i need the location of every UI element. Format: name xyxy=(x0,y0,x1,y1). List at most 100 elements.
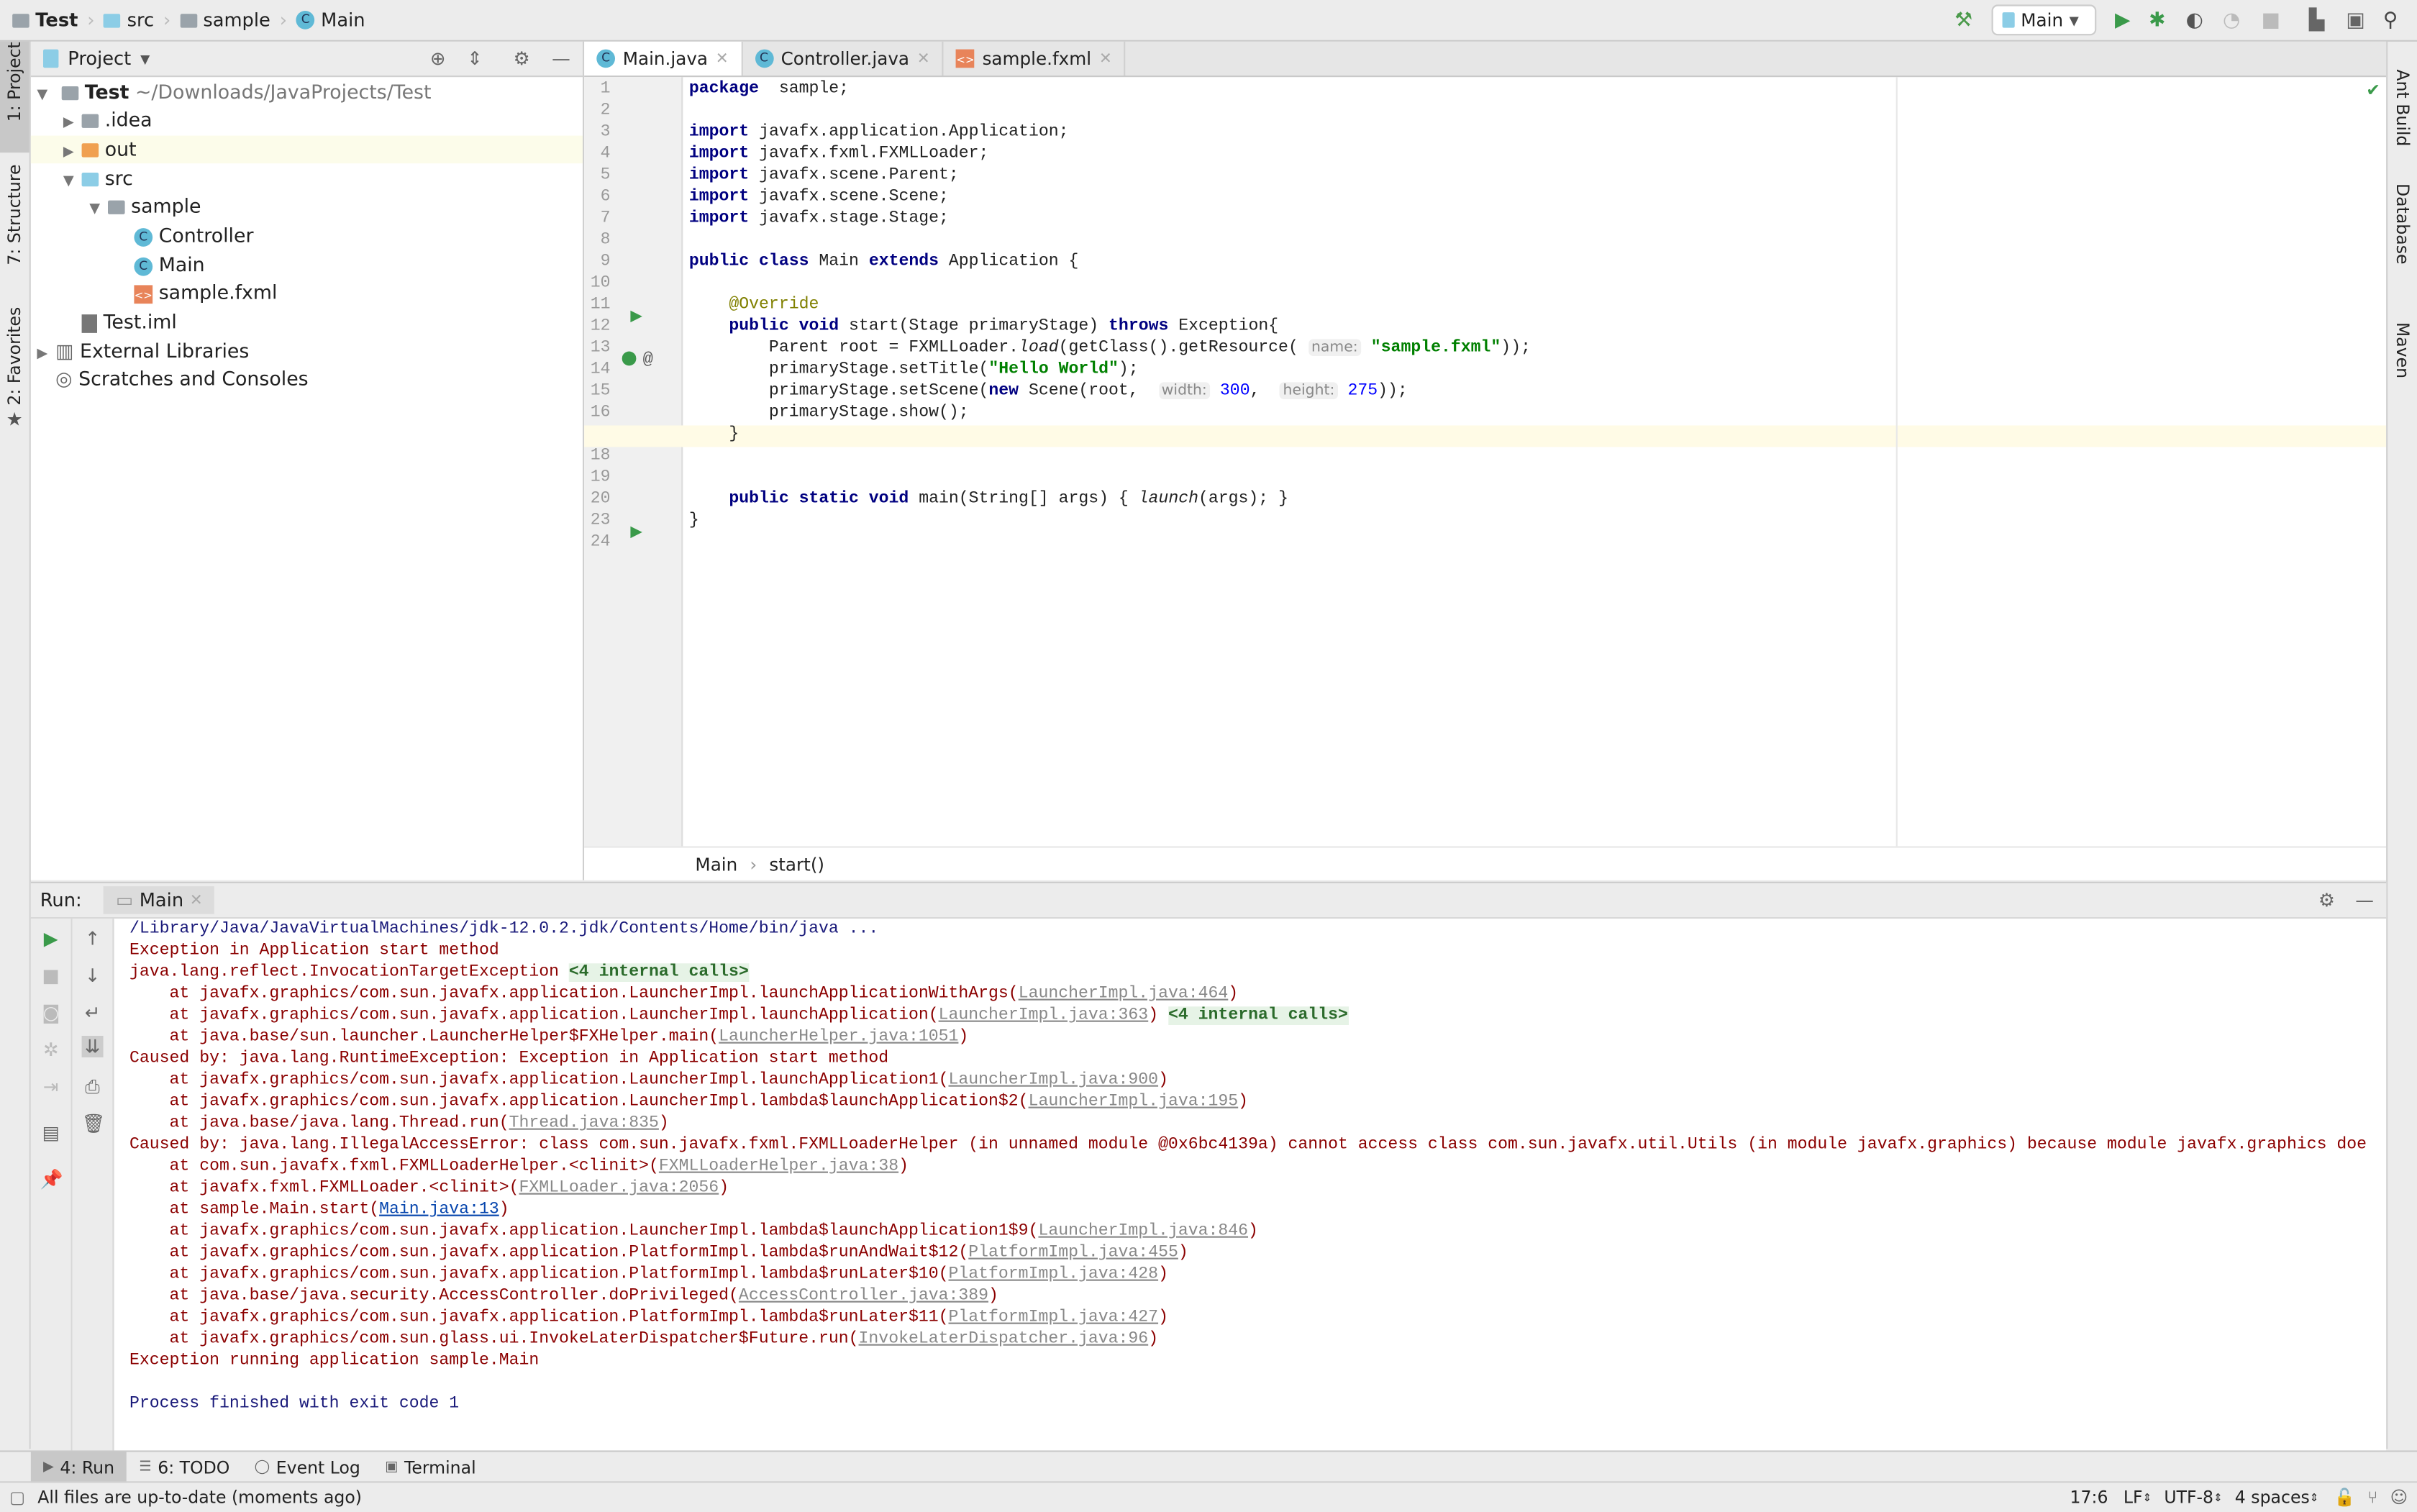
tree-item[interactable]: C Main xyxy=(31,251,583,279)
tree-root[interactable]: ▼ Test ~/Downloads/JavaProjects/Test xyxy=(31,78,583,106)
stop-icon[interactable]: ■ xyxy=(2262,9,2280,32)
project-tool-label[interactable]: 1: Project xyxy=(4,42,24,122)
code-line[interactable]: import javafx.application.Application; xyxy=(689,123,1069,142)
stacktrace-link[interactable]: FXMLLoader.java:2056 xyxy=(519,1179,719,1198)
camera-icon[interactable]: ◙ xyxy=(40,1002,62,1024)
debug-icon[interactable]: ✱ xyxy=(2149,9,2165,32)
git-icon[interactable]: ⑂ xyxy=(2367,1488,2377,1508)
stacktrace-link[interactable]: PlatformImpl.java:428 xyxy=(948,1265,1158,1284)
print-icon[interactable]: ⎙ xyxy=(82,1076,104,1098)
code-line[interactable]: public void start(Stage primaryStage) th… xyxy=(689,317,1278,336)
collapse-all-icon[interactable]: ⇕ xyxy=(467,47,483,69)
project-structure-icon[interactable]: ▙ xyxy=(2309,9,2324,32)
status-message[interactable]: All files are up-to-date (moments ago) xyxy=(37,1488,362,1508)
project-view-select[interactable]: Project xyxy=(68,47,131,69)
gear-icon[interactable]: ⚙ xyxy=(514,47,530,69)
caret-position[interactable]: 17:6 xyxy=(2070,1488,2108,1508)
close-icon[interactable]: ✕ xyxy=(1099,50,1112,68)
build-hammer-icon[interactable]: ⚒ xyxy=(1954,9,1972,32)
tree-item[interactable]: ▼ sample xyxy=(31,193,583,221)
lock-icon[interactable]: 🔓 xyxy=(2334,1488,2355,1508)
tool-tab[interactable]: ◯ Event Log xyxy=(242,1452,373,1483)
run-tab-main[interactable]: ▭ Main ✕ xyxy=(103,886,215,914)
editor-breadcrumb-method[interactable]: start() xyxy=(769,853,824,875)
stacktrace-link[interactable]: Thread.java:835 xyxy=(509,1114,659,1133)
chevron-down-icon[interactable]: ▼ xyxy=(140,52,150,65)
tree-item[interactable]: ▼ src xyxy=(31,165,583,193)
indent-setting[interactable]: 4 spaces xyxy=(2235,1488,2310,1508)
stacktrace-link[interactable]: InvokeLaterDispatcher.java:96 xyxy=(859,1330,1149,1349)
stacktrace-link[interactable]: LauncherImpl.java:363 xyxy=(939,1006,1149,1025)
search-icon[interactable]: ⚲ xyxy=(2383,9,2398,32)
expand-down-icon[interactable]: ▼ xyxy=(89,196,108,224)
settings-icon[interactable]: ✲ xyxy=(40,1039,62,1060)
editor-breadcrumb-class[interactable]: Main xyxy=(695,853,737,875)
code-line[interactable]: @Override xyxy=(689,296,819,314)
close-icon[interactable]: ✕ xyxy=(917,50,930,68)
run-configuration-select[interactable]: Main ▼ xyxy=(1991,4,2097,36)
coverage-icon[interactable]: ◐ xyxy=(2186,9,2203,32)
stacktrace-link[interactable]: FXMLLoaderHelper.java:38 xyxy=(659,1157,898,1176)
scroll-to-end-icon[interactable]: ⇊ xyxy=(81,1036,104,1057)
expand-down-icon[interactable]: ▼ xyxy=(37,82,55,110)
tool-tab[interactable]: ☰ 6: TODO xyxy=(127,1452,242,1483)
stacktrace-link[interactable]: PlatformImpl.java:427 xyxy=(948,1308,1158,1327)
code-line[interactable]: primaryStage.show(); xyxy=(689,404,969,422)
code-line[interactable]: import javafx.stage.Stage; xyxy=(689,209,949,228)
implements-icon[interactable]: ⬤ xyxy=(622,352,637,367)
tree-item[interactable]: C Controller xyxy=(31,222,583,250)
pin-icon[interactable]: 📌 xyxy=(40,1168,63,1190)
stacktrace-link[interactable]: Main.java:13 xyxy=(379,1201,499,1219)
run-gutter-icon[interactable]: ▶ xyxy=(630,524,642,543)
maven-tool-label[interactable]: Maven xyxy=(2393,322,2413,378)
hide-icon[interactable]: — xyxy=(2355,889,2374,911)
breadcrumb-main[interactable]: Main xyxy=(321,9,365,31)
gear-icon[interactable]: ⚙ xyxy=(2318,889,2335,911)
code-line[interactable]: Parent root = FXMLLoader.load(getClass()… xyxy=(689,339,1531,357)
stacktrace-link[interactable]: LauncherImpl.java:195 xyxy=(1029,1093,1239,1111)
tree-item[interactable]: <> sample.fxml xyxy=(31,279,583,307)
run-gutter-icon[interactable]: ▶ xyxy=(630,309,642,327)
tool-tab[interactable]: ▶ 4: Run xyxy=(30,1452,127,1483)
inspector-icon[interactable]: ☺ xyxy=(2390,1488,2408,1508)
editor-tab[interactable]: <> sample.fxml ✕ xyxy=(944,41,1126,76)
ant-build-tool-label[interactable]: Ant Build xyxy=(2393,69,2413,146)
locate-icon[interactable]: ⊕ xyxy=(430,47,446,69)
down-arrow-icon[interactable]: ↓ xyxy=(82,965,104,986)
tree-item[interactable]: ▶ .idea xyxy=(31,106,583,135)
close-icon[interactable]: ✕ xyxy=(190,892,203,909)
expand-right-icon[interactable]: ▶ xyxy=(63,109,82,137)
structure-tool-label[interactable]: 7: Structure xyxy=(4,164,24,265)
profile-icon[interactable]: ◔ xyxy=(2223,9,2240,32)
file-encoding[interactable]: UTF-8 xyxy=(2164,1488,2213,1508)
breadcrumb-src[interactable]: src xyxy=(127,9,155,31)
stop-icon[interactable]: ■ xyxy=(40,965,62,986)
expand-right-icon[interactable]: ▶ xyxy=(63,139,82,167)
hide-icon[interactable]: — xyxy=(552,47,570,69)
code-line[interactable]: primaryStage.setScene(new Scene(root, wi… xyxy=(689,382,1408,401)
code-line[interactable]: import javafx.scene.Scene; xyxy=(689,188,949,206)
tool-tab[interactable]: ▣ Terminal xyxy=(373,1452,488,1483)
code-line[interactable]: public static void main(String[] args) {… xyxy=(689,490,1288,509)
stacktrace-link[interactable]: LauncherImpl.java:464 xyxy=(1019,985,1229,1003)
stacktrace-link[interactable]: LauncherHelper.java:1051 xyxy=(719,1028,958,1047)
expand-right-icon[interactable]: ▶ xyxy=(37,341,55,369)
console-output[interactable]: /Library/Java/JavaVirtualMachines/jdk-12… xyxy=(129,919,2367,1415)
code-line[interactable]: } xyxy=(689,511,699,530)
editor-tab[interactable]: C Main.java ✕ xyxy=(584,41,743,76)
stacktrace-link[interactable]: PlatformImpl.java:455 xyxy=(968,1244,1178,1262)
database-tool-label[interactable]: Database xyxy=(2393,183,2413,265)
trash-icon[interactable]: 🗑 xyxy=(82,1113,106,1134)
internal-calls-fold[interactable]: <4 internal calls> xyxy=(1168,1006,1348,1025)
editor-tab[interactable]: C Controller.java ✕ xyxy=(742,41,944,76)
run-anything-icon[interactable]: ▣ xyxy=(2346,9,2364,32)
breadcrumb-sample[interactable]: sample xyxy=(203,9,270,31)
code-line[interactable]: import javafx.fxml.FXMLLoader; xyxy=(689,145,989,163)
code-line[interactable]: public class Main extends Application { xyxy=(689,252,1079,271)
code-line[interactable]: primaryStage.setTitle("Hello World"); xyxy=(689,360,1139,379)
inspection-ok-icon[interactable]: ✔ xyxy=(2366,80,2380,100)
up-arrow-icon[interactable]: ↑ xyxy=(82,928,104,949)
tree-item[interactable]: ▶ ▥ External Libraries xyxy=(31,337,583,365)
tree-item[interactable]: Test.iml xyxy=(31,309,583,337)
rerun-icon[interactable]: ▶ xyxy=(40,928,62,949)
